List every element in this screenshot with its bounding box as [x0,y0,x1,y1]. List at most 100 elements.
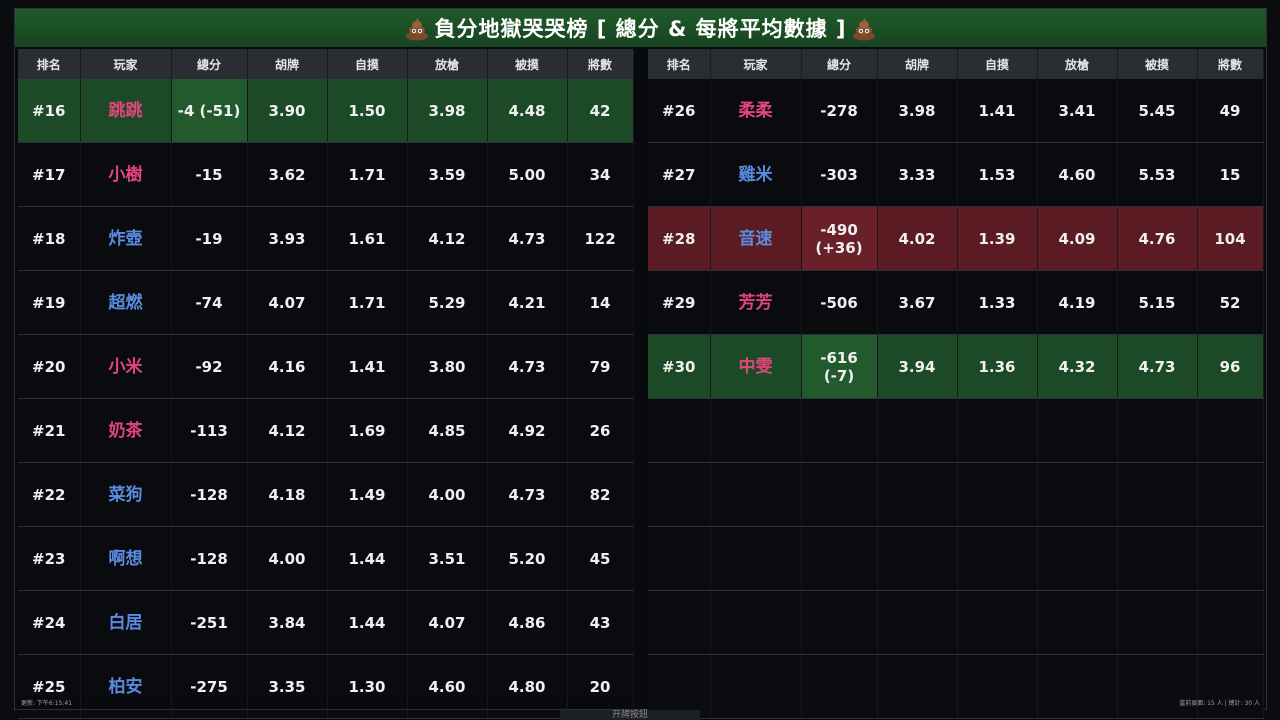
rank-cell: #30 [648,334,711,399]
empty-cell [957,590,1038,655]
empty-cell [648,654,711,719]
poop-icon [406,18,429,41]
beimo-cell: 4.48 [487,79,568,143]
hu-cell: 3.35 [247,654,328,719]
zimo-cell: 1.50 [327,79,408,143]
hu-cell: 4.02 [877,206,958,271]
fangqiang-cell: 4.00 [407,462,488,527]
fangqiang-cell: 3.51 [407,526,488,591]
empty-cell [1117,654,1198,719]
table-row: #22 菜狗 -128 4.18 1.49 4.00 4.73 82 [18,462,634,527]
empty-cell [877,654,958,719]
empty-cell [1117,462,1198,527]
table-row: #19 超燃 -74 4.07 1.71 5.29 4.21 14 [18,270,634,335]
fangqiang-cell: 4.09 [1037,206,1118,271]
table-row: #17 小樹 -15 3.62 1.71 3.59 5.00 34 [18,142,634,207]
games-cell: 96 [1197,334,1264,399]
total-cell: -128 [171,462,248,527]
empty-cell [648,462,711,527]
total-cell: -19 [171,206,248,271]
zimo-cell: 1.71 [327,270,408,335]
games-cell: 49 [1197,79,1264,143]
total-cell: -128 [171,526,248,591]
total-cell: -490 (+36) [801,206,878,271]
empty-cell [877,526,958,591]
bottom-tab[interactable]: 开牌按鈕 [560,710,700,720]
empty-cell [1197,462,1264,527]
player-name: 跳跳 [80,79,172,143]
zimo-cell: 1.71 [327,142,408,207]
poop-icon [852,18,875,41]
player-name: 小米 [80,334,172,399]
games-cell: 34 [567,142,634,207]
hu-cell: 3.62 [247,142,328,207]
rank-cell: #19 [18,270,81,335]
table-row: #16 跳跳 -4 (-51) 3.90 1.50 3.98 4.48 42 [18,79,634,143]
empty-row [648,654,1264,719]
empty-cell [801,526,878,591]
empty-cell [1117,590,1198,655]
player-name: 奶茶 [80,398,172,463]
table-row: #20 小米 -92 4.16 1.41 3.80 4.73 79 [18,334,634,399]
col-header-total: 總分 [171,49,248,79]
player-name: 中雯 [710,334,802,399]
beimo-cell: 4.73 [487,334,568,399]
fangqiang-cell: 5.29 [407,270,488,335]
table-header-row: 排名 玩家 總分 胡牌 自摸 放槍 被摸 將數 [648,49,1264,79]
zimo-cell: 1.44 [327,590,408,655]
beimo-cell: 4.73 [487,462,568,527]
col-header-zimo: 自摸 [327,49,408,79]
hu-cell: 3.33 [877,142,958,207]
empty-cell [710,398,802,463]
beimo-cell: 4.92 [487,398,568,463]
games-cell: 20 [567,654,634,719]
hu-cell: 4.18 [247,462,328,527]
col-header-hu: 胡牌 [877,49,958,79]
player-name: 小樹 [80,142,172,207]
player-name: 白居 [80,590,172,655]
total-cell: -74 [171,270,248,335]
total-cell: -616 (-7) [801,334,878,399]
col-header-rank: 排名 [18,49,81,79]
empty-cell [1197,654,1264,719]
total-cell: -506 [801,270,878,335]
empty-cell [1037,398,1118,463]
player-name: 啊想 [80,526,172,591]
zimo-cell: 1.39 [957,206,1038,271]
total-cell: -15 [171,142,248,207]
total-cell: -251 [171,590,248,655]
right-table-panel: 排名 玩家 總分 胡牌 自摸 放槍 被摸 將數 #26 柔柔 -278 3.98 1.4… [648,49,1264,719]
zimo-cell: 1.61 [327,206,408,271]
empty-cell [710,526,802,591]
empty-cell [1117,526,1198,591]
zimo-cell: 1.33 [957,270,1038,335]
empty-cell [710,462,802,527]
rank-cell: #24 [18,590,81,655]
fangqiang-cell: 4.32 [1037,334,1118,399]
empty-cell [877,462,958,527]
games-cell: 45 [567,526,634,591]
table-row: #29 芳芳 -506 3.67 1.33 4.19 5.15 52 [648,270,1264,335]
col-header-player: 玩家 [80,49,172,79]
beimo-cell: 4.86 [487,590,568,655]
empty-cell [1117,398,1198,463]
games-cell: 82 [567,462,634,527]
col-header-fangqiang: 放槍 [1037,49,1118,79]
beimo-cell: 4.76 [1117,206,1198,271]
player-name: 柏安 [80,654,172,719]
col-header-hu: 胡牌 [247,49,328,79]
rank-cell: #16 [18,79,81,143]
hu-cell: 3.94 [877,334,958,399]
total-cell: -92 [171,334,248,399]
rank-cell: #25 [18,654,81,719]
col-header-zimo: 自摸 [957,49,1038,79]
col-header-beimo: 被摸 [487,49,568,79]
zimo-cell: 1.41 [957,79,1038,143]
empty-cell [648,526,711,591]
empty-row [648,526,1264,591]
leaderboard-table-right: 排名 玩家 總分 胡牌 自摸 放槍 被摸 將數 #26 柔柔 -278 3.98 1.4… [648,49,1264,719]
fangqiang-cell: 4.12 [407,206,488,271]
beimo-cell: 4.73 [1117,334,1198,399]
table-row: #25 柏安 -275 3.35 1.30 4.60 4.80 20 [18,654,634,719]
col-header-total: 總分 [801,49,878,79]
